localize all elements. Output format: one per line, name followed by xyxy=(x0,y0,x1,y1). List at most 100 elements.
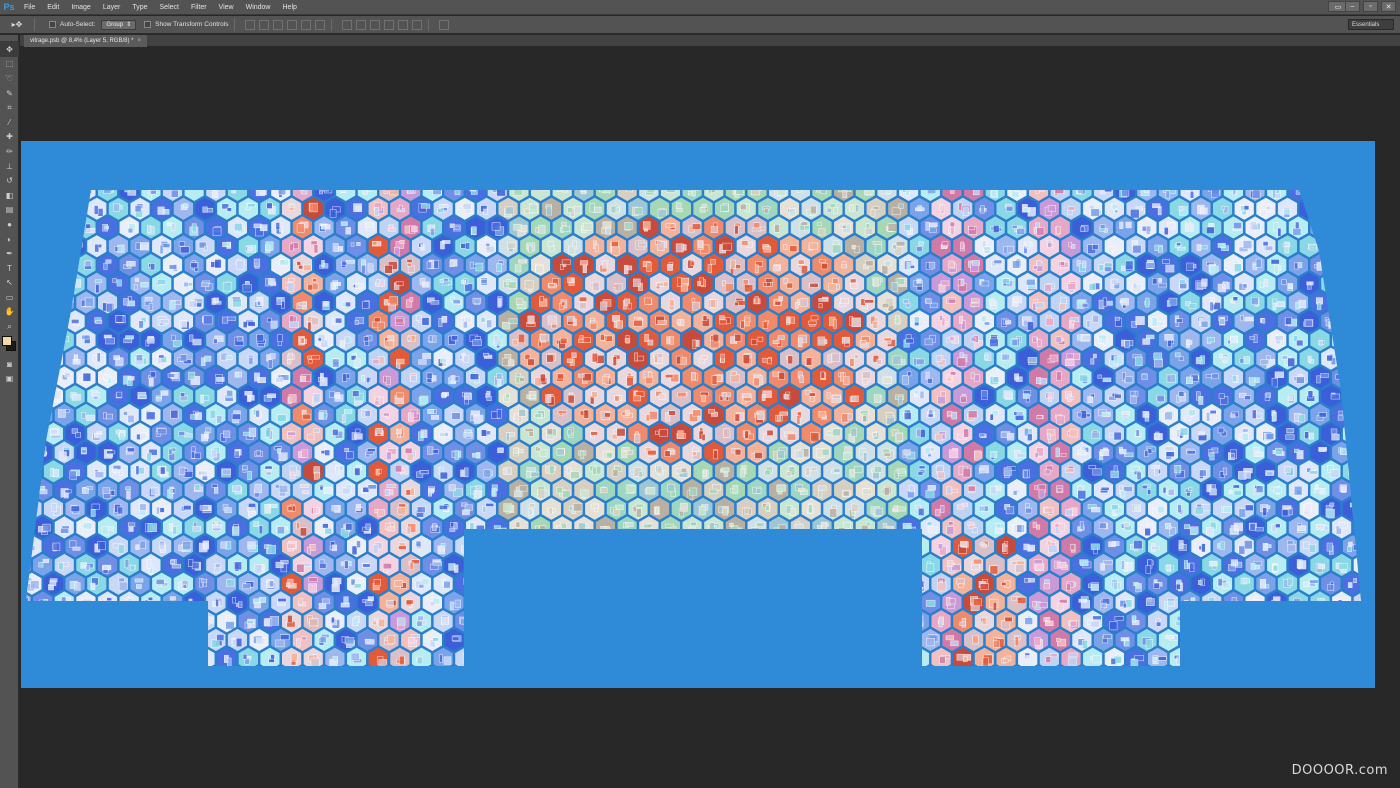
move-tool[interactable]: ✥ xyxy=(0,42,19,57)
workspace-switcher[interactable]: Essentials xyxy=(1348,19,1394,30)
menu-layer[interactable]: Layer xyxy=(97,0,127,15)
eyedropper-tool[interactable]: ⁄ xyxy=(0,115,19,130)
menu-edit[interactable]: Edit xyxy=(41,0,65,15)
distribute-hcenter-icon[interactable] xyxy=(398,19,409,30)
glass-piece xyxy=(1209,410,1217,415)
glass-piece xyxy=(138,320,144,329)
menu-image[interactable]: Image xyxy=(65,0,96,15)
glass-piece xyxy=(1027,357,1038,363)
align-vcenter-icon[interactable] xyxy=(259,19,270,30)
glass-piece xyxy=(480,279,488,284)
align-bottom-icon[interactable] xyxy=(273,19,284,30)
distribute-bottom-icon[interactable] xyxy=(370,19,381,30)
glass-piece xyxy=(989,413,994,421)
glass-piece xyxy=(310,240,318,245)
glass-piece xyxy=(268,278,276,285)
history-brush-tool[interactable]: ↺ xyxy=(0,173,19,188)
menu-type[interactable]: Type xyxy=(126,0,153,15)
panel-grip[interactable] xyxy=(0,35,18,42)
restore-button[interactable]: ▫ xyxy=(1363,1,1378,12)
path-select-tool[interactable]: ↖ xyxy=(0,276,19,291)
glass-piece xyxy=(545,206,552,216)
glass-piece xyxy=(862,415,867,423)
foreground-color-swatch[interactable] xyxy=(2,335,12,346)
menu-help[interactable]: Help xyxy=(277,0,303,15)
glass-piece xyxy=(773,451,778,461)
pen-tool[interactable]: ✒ xyxy=(0,246,19,261)
glass-piece xyxy=(112,468,118,474)
lasso-tool[interactable]: ➰ xyxy=(0,71,19,86)
glass-piece xyxy=(367,263,374,273)
hand-tool[interactable]: ✋ xyxy=(0,305,19,320)
glass-piece xyxy=(916,358,925,365)
glass-piece xyxy=(296,261,301,266)
type-tool[interactable]: T xyxy=(0,261,19,276)
glass-piece xyxy=(1307,390,1314,399)
eraser-tool[interactable]: ◧ xyxy=(0,188,19,203)
glass-piece xyxy=(1319,340,1323,346)
blur-tool[interactable]: ● xyxy=(0,217,19,232)
glass-piece xyxy=(946,410,953,416)
glass-piece xyxy=(257,301,261,306)
glass-piece xyxy=(524,428,534,432)
distribute-top-icon[interactable] xyxy=(342,19,353,30)
glass-piece xyxy=(1120,298,1129,306)
gradient-tool[interactable]: ▤ xyxy=(0,203,19,218)
auto-select-dropdown[interactable]: Group ⇕ xyxy=(101,19,137,30)
close-window-button[interactable]: ✕ xyxy=(1381,1,1396,12)
glass-piece xyxy=(97,208,104,217)
stamp-tool[interactable]: ⊥ xyxy=(0,159,19,174)
glass-piece xyxy=(399,240,405,244)
distribute-right-icon[interactable] xyxy=(412,19,423,30)
zoom-tool[interactable]: ⌕ xyxy=(0,319,19,334)
dodge-tool[interactable]: ◐ xyxy=(0,232,19,247)
menu-filter[interactable]: Filter xyxy=(185,0,213,15)
crop-tool[interactable]: ⌗ xyxy=(0,100,19,115)
quick-mask-button[interactable]: ◙ xyxy=(0,358,19,372)
distribute-vcenter-icon[interactable] xyxy=(356,19,367,30)
glass-piece xyxy=(818,489,823,499)
minimize-button[interactable]: – xyxy=(1345,1,1360,12)
glass-piece xyxy=(312,278,317,283)
glass-piece xyxy=(1162,259,1170,264)
glass-piece xyxy=(329,209,337,218)
glass-piece xyxy=(384,264,393,274)
menu-view[interactable]: View xyxy=(213,0,240,15)
glass-piece xyxy=(157,279,166,285)
document-tab[interactable]: vitrage.psb @ 8,4% (Layer 5, RGB/8) * × xyxy=(24,35,147,47)
glass-piece xyxy=(691,223,701,230)
glass-piece xyxy=(298,264,304,270)
glass-piece xyxy=(1055,415,1065,425)
auto-align-icon[interactable] xyxy=(439,19,450,30)
shape-tool[interactable]: ▭ xyxy=(0,290,19,305)
align-top-icon[interactable] xyxy=(245,19,256,30)
distribute-left-icon[interactable] xyxy=(384,19,395,30)
screen-mode-button[interactable]: ▣ xyxy=(0,372,19,386)
healing-tool[interactable]: ✚ xyxy=(0,130,19,145)
menu-file[interactable]: File xyxy=(18,0,41,15)
glass-piece xyxy=(514,264,522,273)
glass-piece xyxy=(905,338,914,344)
marquee-tool[interactable]: ⬚ xyxy=(0,57,19,72)
menu-select[interactable]: Select xyxy=(154,0,185,15)
align-right-icon[interactable] xyxy=(315,19,326,30)
glass-piece xyxy=(1326,354,1333,362)
glass-piece xyxy=(204,355,212,362)
quick-select-tool[interactable]: ✎ xyxy=(0,86,19,101)
align-left-icon[interactable] xyxy=(287,19,298,30)
document-canvas[interactable] xyxy=(21,141,1375,688)
brush-tool[interactable]: ✏ xyxy=(0,144,19,159)
glass-piece xyxy=(411,226,418,233)
menu-window[interactable]: Window xyxy=(240,0,277,15)
glass-piece xyxy=(881,303,890,308)
tool-preset-picker[interactable]: ▸✥ xyxy=(6,18,28,32)
glass-piece xyxy=(505,393,510,399)
glass-piece xyxy=(849,358,855,367)
auto-select-checkbox[interactable] xyxy=(49,21,56,28)
glass-piece xyxy=(167,373,175,378)
glass-piece xyxy=(465,242,471,250)
show-transform-checkbox[interactable] xyxy=(144,21,152,28)
close-icon[interactable]: × xyxy=(137,38,141,44)
align-hcenter-icon[interactable] xyxy=(301,19,312,30)
glass-piece xyxy=(247,470,252,480)
